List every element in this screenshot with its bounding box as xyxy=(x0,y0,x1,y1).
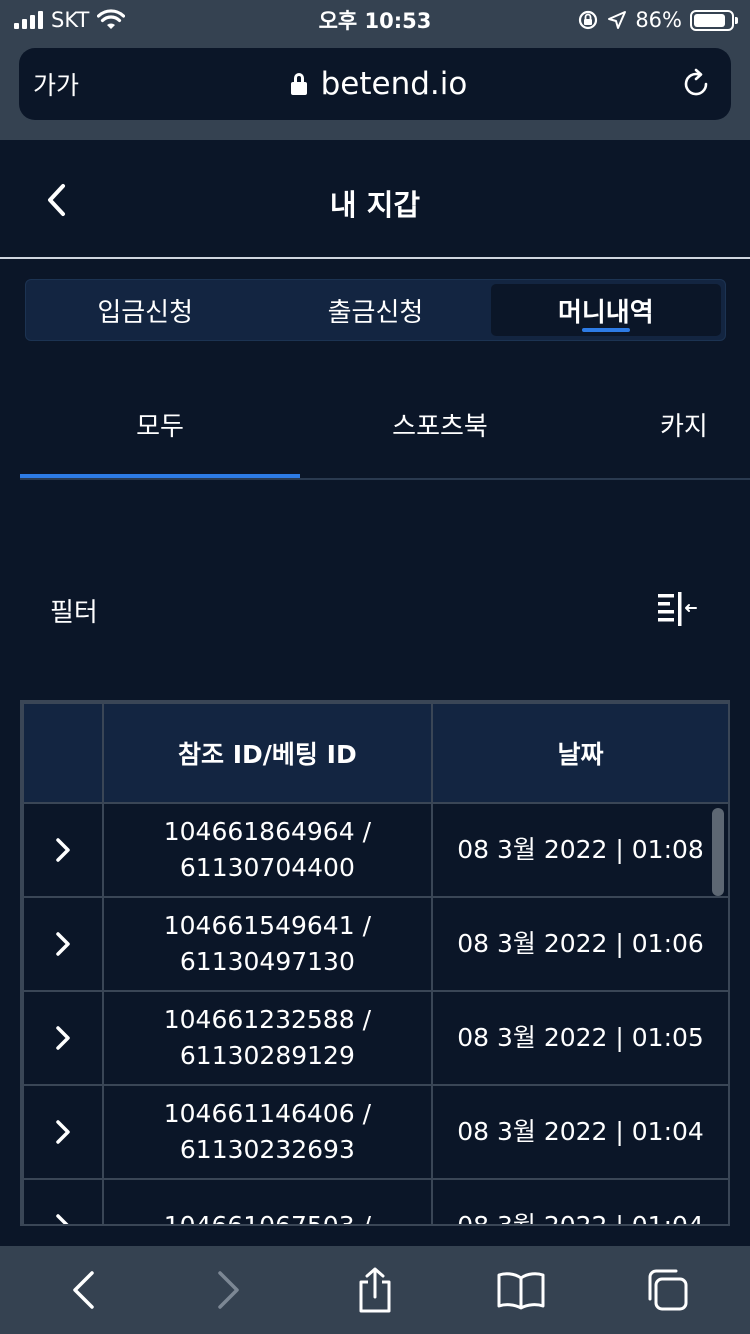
ref-id: 104661864964 / xyxy=(163,817,371,846)
battery-fill xyxy=(694,13,725,27)
ref-id-cell: 104661067503 / xyxy=(101,1178,434,1226)
bet-id: 61130232693 xyxy=(179,1135,355,1164)
date-cell: 08 3월 2022 | 01:06 xyxy=(431,896,728,992)
tab-deposit[interactable]: 입금신청 xyxy=(30,284,260,336)
header-ref-id: 참조 ID/베팅 ID xyxy=(101,702,434,804)
carrier-name: SKT xyxy=(51,8,90,32)
date-cell: 08 3월 2022 | 01:08 xyxy=(431,802,728,898)
tabs-icon xyxy=(648,1269,688,1311)
chevron-right-icon xyxy=(56,1214,69,1224)
ref-id: 104661232588 / xyxy=(163,1005,371,1034)
tabs-button[interactable] xyxy=(637,1260,697,1320)
expand-cell[interactable] xyxy=(22,896,104,992)
table-row[interactable]: 104661232588 / 61130289129 08 3월 2022 | 0… xyxy=(22,990,728,1086)
tab-money-history[interactable]: 머니내역 xyxy=(490,284,721,336)
date-cell: 08 3월 2022 | 01:04 xyxy=(431,1178,728,1224)
status-left: SKT xyxy=(14,8,126,32)
expand-cell[interactable] xyxy=(22,1178,104,1224)
bet-id: 61130704400 xyxy=(179,853,355,882)
wallet-tabs: 입금신청 출금신청 머니내역 xyxy=(25,279,726,341)
ref-id-cell: 104661232588 / 61130289129 xyxy=(101,990,434,1086)
lock-icon xyxy=(290,73,307,95)
chevron-right-icon xyxy=(56,1026,70,1050)
address-bar[interactable]: 가가 betend.io xyxy=(19,48,731,120)
header-date: 날짜 xyxy=(431,702,728,804)
chevron-right-icon xyxy=(56,838,70,862)
expand-cell[interactable] xyxy=(22,802,104,898)
ref-id-cell: 104661146406 / 61130232693 xyxy=(101,1084,434,1180)
header-expand xyxy=(22,702,104,804)
browser-toolbar xyxy=(0,1246,750,1334)
table: 참조 ID/베팅 ID 날짜 104661864964 / 61130704400… xyxy=(22,702,728,1226)
status-right: 86% xyxy=(577,8,738,32)
browser-top-bar: 가가 betend.io xyxy=(0,40,750,140)
ref-id: 104661067503 / xyxy=(163,1211,371,1226)
table-row[interactable]: 104661067503 / 08 3월 2022 | 01:04 xyxy=(22,1178,728,1226)
chevron-right-icon xyxy=(56,932,70,956)
ref-id: 104661549641 / xyxy=(163,911,371,940)
date-cell: 08 3월 2022 | 01:05 xyxy=(431,990,728,1086)
category-tab-all[interactable]: 모두 xyxy=(20,370,300,478)
bookmarks-button[interactable] xyxy=(491,1260,551,1320)
url-display[interactable]: betend.io xyxy=(290,66,468,102)
table-row[interactable]: 104661549641 / 61130497130 08 3월 2022 | 0… xyxy=(22,896,728,992)
category-tab-casino[interactable]: 카지 xyxy=(660,370,750,478)
table-row[interactable]: 104661146406 / 61130232693 08 3월 2022 | 0… xyxy=(22,1084,728,1180)
chevron-left-icon xyxy=(73,1271,94,1309)
chevron-right-icon xyxy=(218,1271,239,1309)
location-arrow-icon xyxy=(608,11,627,29)
book-icon xyxy=(497,1272,545,1310)
battery-percent: 86% xyxy=(635,8,682,32)
battery-icon xyxy=(690,9,738,31)
reload-icon[interactable] xyxy=(679,67,713,101)
expand-cell[interactable] xyxy=(22,990,104,1086)
page-title: 내 지갑 xyxy=(329,188,421,222)
filter-label: 필터 xyxy=(50,598,98,628)
bet-id: 61130497130 xyxy=(179,947,355,976)
ref-id-cell: 104661864964 / 61130704400 xyxy=(101,802,434,898)
cellular-signal-icon xyxy=(14,11,43,29)
transactions-table: 참조 ID/베팅 ID 날짜 104661864964 / 61130704400… xyxy=(20,700,730,1226)
browser-back-button[interactable] xyxy=(53,1260,113,1320)
browser-forward-button[interactable] xyxy=(199,1260,259,1320)
table-row[interactable]: 104661864964 / 61130704400 08 3월 2022 | 0… xyxy=(22,802,728,898)
text-size-button[interactable]: 가가 xyxy=(33,66,79,102)
filter-collapse-icon xyxy=(658,592,697,626)
category-tabs: 모두 스포츠북 카지 xyxy=(20,370,750,480)
table-header-row: 참조 ID/베팅 ID 날짜 xyxy=(22,702,728,804)
share-button[interactable] xyxy=(345,1260,405,1320)
status-bar: SKT 오후 10:53 86% xyxy=(0,0,750,40)
wifi-icon xyxy=(97,9,126,29)
tab-withdraw[interactable]: 출금신청 xyxy=(260,284,490,336)
bet-id: 61130289129 xyxy=(179,1041,355,1070)
url-text: betend.io xyxy=(320,66,468,102)
table-scrollbar[interactable] xyxy=(712,808,724,896)
expand-cell[interactable] xyxy=(22,1084,104,1180)
chevron-right-icon xyxy=(56,1120,70,1144)
filter-button[interactable] xyxy=(654,590,700,630)
date-cell: 08 3월 2022 | 01:04 xyxy=(431,1084,728,1180)
orientation-lock-icon xyxy=(579,10,598,30)
ref-id-cell: 104661549641 / 61130497130 xyxy=(101,896,434,992)
category-tab-sportsbook[interactable]: 스포츠북 xyxy=(300,370,580,478)
share-icon xyxy=(359,1267,391,1313)
page-header: 내 지갑 xyxy=(0,140,750,259)
ref-id: 104661146406 / xyxy=(163,1099,371,1128)
